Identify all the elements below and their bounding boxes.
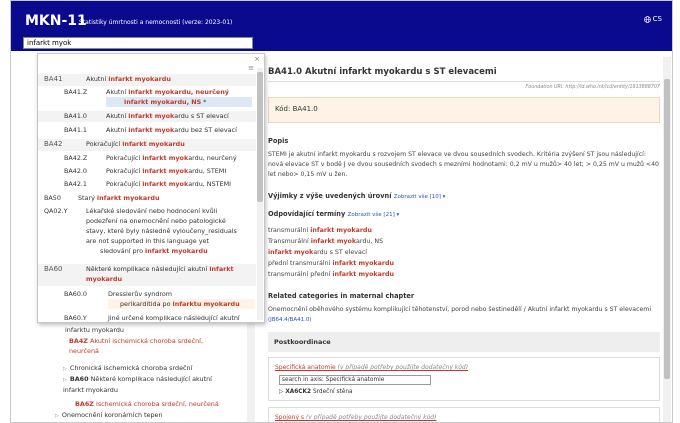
menu-icon[interactable]: ≡: [248, 64, 254, 72]
brand-title[interactable]: MKN-11: [25, 13, 87, 29]
tree-item[interactable]: infarktu myokardu: [65, 325, 124, 335]
tree-item[interactable]: ▷ Chronická ischemická choroba srdeční: [63, 363, 192, 374]
exclusions-heading: Výjimky z výše uvedených úrovní Zobrazit…: [268, 192, 446, 200]
index-term: infarkt myokardu s ST elevací: [268, 249, 368, 256]
anatomy-axis-box: Specifická anatomie (v případě potřeby p…: [268, 357, 660, 401]
tree-scrollbar[interactable]: [247, 319, 255, 422]
search-result[interactable]: BA42.1 Pokračující infarkt myokardu, NST…: [38, 179, 256, 190]
terms-heading: Odpovídající termíny Zobrazit vše [21] ▾: [268, 210, 400, 218]
code-box: Kód: BA41.0: [268, 97, 660, 123]
search-result[interactable]: QA02.Y Lékařské sledování nebo hodnocení…: [38, 206, 256, 258]
dropdown-scrollbar[interactable]: [257, 68, 263, 320]
page-title: BA41.0 Akutní infarkt myokardu s ST elev…: [268, 67, 497, 77]
tree-item[interactable]: BA6Z Ischemická choroba srdeční, neurčen…: [75, 399, 219, 409]
search-result[interactable]: BA60.Y Jiné určené komplikace následujíc…: [38, 313, 256, 322]
associated-axis-box: Spojený s (v případě potřeby použijte do…: [268, 407, 660, 422]
search-result[interactable]: BA42 Pokračující infarkt myokardu: [38, 139, 256, 151]
tree-item[interactable]: BA4Z Akutní ischemická choroba srdeční, …: [69, 336, 219, 356]
search-result[interactable]: BA41.0 Akutní infarkt myokardu s ST elev…: [38, 111, 256, 122]
expand-triangle-icon[interactable]: ▷: [55, 413, 59, 419]
app-window: MKN-11 Statistiky úmrtnosti a nemocnosti…: [10, 0, 673, 423]
anatomy-search-input[interactable]: search in axis: Specifická anatomie: [279, 375, 431, 385]
tree-item[interactable]: ▷ BA60 Některé komplikace následující aku…: [63, 374, 233, 395]
description-text: STEMI je akutní infarkt myokardu s rozvo…: [268, 151, 659, 178]
search-result[interactable]: BA41 Akutní infarkt myokardu: [38, 74, 256, 86]
show-all-exclusions-link[interactable]: Zobrazit vše [10] ▾: [394, 194, 446, 200]
language-selector[interactable]: CS: [643, 15, 662, 23]
related-heading: Related categories in maternal chapter: [268, 292, 415, 300]
search-result[interactable]: BA50 Starý infarkt myokardu: [38, 193, 256, 205]
tree-item[interactable]: ▷ Onemocnění koronárních tepen: [55, 410, 163, 421]
search-input[interactable]: infarkt myok: [23, 37, 253, 49]
section-heading: Popis: [268, 137, 289, 145]
app-header: MKN-11 Statistiky úmrtnosti a nemocnosti…: [11, 1, 672, 51]
code-label: Kód:: [275, 105, 291, 113]
divider: [268, 81, 660, 82]
search-results-dropdown: × ≡ BA41 Akutní infarkt myokardu BA41.Z …: [37, 53, 265, 323]
foundation-uri[interactable]: Foundation URI: http://id.who.int/icd/en…: [268, 85, 660, 90]
expand-triangle-icon[interactable]: ▷: [63, 377, 67, 383]
anatomy-option[interactable]: ▷ XA6CK2 Srdeční stěna: [279, 389, 353, 395]
search-result-line[interactable]: infarkt myokardu, NS *: [106, 97, 252, 107]
language-label: CS: [652, 15, 662, 23]
scrollbar-thumb[interactable]: [664, 79, 670, 379]
show-all-terms-link[interactable]: Zobrazit vše [21] ▾: [348, 212, 400, 218]
search-result[interactable]: BA42.Z Pokračující infarkt myokardu, neu…: [38, 153, 256, 164]
related-text: Onemocnění oběhového systému komplikujíc…: [268, 306, 652, 323]
search-result[interactable]: BA41.1 Akutní infarkt myokardu bez ST el…: [38, 125, 256, 136]
index-term: přední transmurální infarkt myokardu: [268, 260, 394, 267]
related-link[interactable]: (JB64.4/BA41.0): [268, 317, 312, 323]
index-term: transmurální infarkt myokardu: [268, 227, 372, 234]
search-result[interactable]: BA60 Některé komplikace následující akut…: [38, 264, 256, 286]
expand-triangle-icon[interactable]: ▷: [63, 366, 67, 372]
index-term: Transmurální infarkt myokardu, NS: [268, 238, 384, 245]
search-result[interactable]: BA60.0 Dresslerův syndrom perikarditida …: [38, 289, 256, 311]
close-icon[interactable]: ×: [254, 55, 260, 63]
anatomy-axis-label[interactable]: Specifická anatomie (v případě potřeby p…: [275, 364, 468, 371]
postcoordination-heading: Postkoordinace: [268, 332, 660, 352]
detail-panel: BA41.0 Akutní infarkt myokardu s ST elev…: [258, 57, 666, 422]
brand-subtitle: Statistiky úmrtnosti a nemocnosti (verze…: [79, 19, 233, 26]
detail-scrollbar[interactable]: [663, 57, 671, 422]
search-result[interactable]: BA42.0 Pokračující infarkt myokardu, STE…: [38, 166, 256, 177]
code-value: BA41.0: [292, 105, 318, 113]
index-term: transmurální přední infarkt myokardu: [268, 271, 394, 278]
associated-axis-label[interactable]: Spojený s (v případě potřeby použijte do…: [275, 414, 436, 421]
globe-icon: [643, 15, 651, 23]
